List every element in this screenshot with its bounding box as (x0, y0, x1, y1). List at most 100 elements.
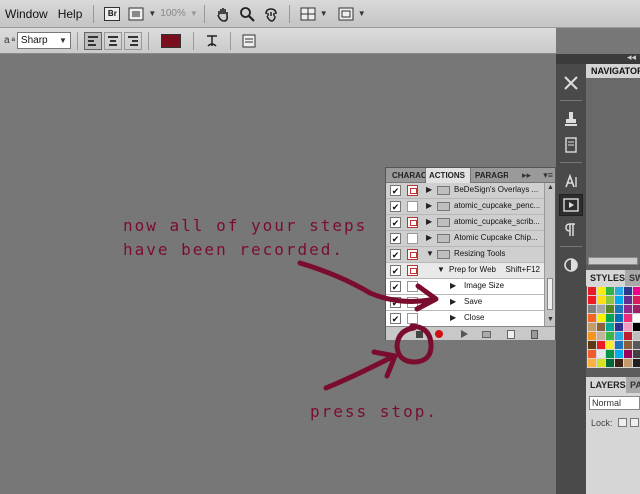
color-swatch[interactable] (615, 341, 623, 349)
dock-collapse-bar[interactable]: ◂◂ (556, 52, 640, 64)
tab-actions[interactable]: ACTIONS (425, 168, 471, 183)
color-swatch[interactable] (588, 287, 596, 295)
character-panel-icon-button[interactable] (559, 170, 583, 192)
collapse-triangle-icon[interactable]: ▼ (426, 249, 434, 258)
toggle-checkbox[interactable]: ✔ (390, 185, 401, 196)
align-left-button[interactable] (83, 31, 102, 50)
toggle-checkbox[interactable]: ✔ (390, 201, 401, 212)
zoom-tool-button[interactable] (237, 4, 257, 24)
tab-layers[interactable]: LAYERS (586, 377, 630, 393)
tab-swatches[interactable]: SW (625, 270, 640, 286)
navigator-preview[interactable] (586, 78, 640, 264)
collapse-triangle-icon[interactable]: ▼ (437, 265, 445, 274)
toggle-checkbox[interactable]: ✔ (390, 217, 401, 228)
warp-text-button[interactable] (202, 31, 222, 51)
dialog-toggle-icon[interactable] (407, 233, 418, 244)
dialog-toggle-icon[interactable] (407, 217, 418, 228)
tab-styles[interactable]: STYLES (586, 270, 630, 286)
color-swatch[interactable] (606, 332, 614, 340)
color-swatch[interactable] (624, 287, 632, 295)
scrollbar-thumb[interactable] (547, 278, 553, 310)
color-swatch[interactable] (588, 314, 596, 322)
color-swatch[interactable] (615, 332, 623, 340)
new-action-button[interactable] (506, 329, 516, 339)
paragraph-panel-icon-button[interactable] (559, 219, 583, 241)
expand-triangle-icon[interactable]: ▶ (426, 217, 432, 226)
color-swatch[interactable] (615, 296, 623, 304)
color-swatch[interactable] (606, 341, 614, 349)
menu-window[interactable]: Window (0, 7, 53, 21)
color-swatch[interactable] (597, 314, 605, 322)
expand-triangle-icon[interactable]: ▶ (426, 233, 432, 242)
actions-panel-icon-button[interactable] (559, 194, 583, 216)
color-swatch[interactable] (606, 287, 614, 295)
toggle-checkbox[interactable]: ✔ (390, 265, 401, 276)
color-swatch[interactable] (615, 305, 623, 313)
blend-mode-select[interactable]: Normal (589, 396, 640, 410)
color-swatch[interactable] (615, 359, 623, 367)
clone-source-button[interactable] (559, 134, 583, 156)
arrange-chevron-down-icon[interactable]: ▼ (320, 9, 328, 18)
character-panel-button[interactable] (239, 31, 259, 51)
tab-paths[interactable]: PA (626, 377, 640, 393)
color-swatch[interactable] (606, 350, 614, 358)
dialog-toggle-icon[interactable] (407, 185, 418, 196)
adjustments-icon-button[interactable] (559, 254, 583, 276)
navigator-header[interactable]: NAVIGATOR (586, 64, 640, 78)
dialog-toggle-icon[interactable] (407, 297, 418, 308)
dialog-toggle-icon[interactable] (407, 265, 418, 276)
tab-paragraph[interactable]: PARAGR (472, 168, 508, 183)
color-swatch[interactable] (624, 323, 632, 331)
color-swatch[interactable] (633, 332, 640, 340)
color-swatch[interactable] (588, 296, 596, 304)
command-row[interactable]: ✔ ▶ Image Size (386, 279, 544, 295)
rotate-view-button[interactable] (261, 4, 281, 24)
expand-triangle-icon[interactable]: ▶ (426, 185, 432, 194)
color-swatch[interactable] (624, 350, 632, 358)
dialog-toggle-icon[interactable] (407, 201, 418, 212)
color-swatch[interactable] (588, 359, 596, 367)
color-swatch[interactable] (588, 305, 596, 313)
color-swatch[interactable] (624, 341, 632, 349)
dialog-toggle-icon[interactable] (407, 281, 418, 292)
color-swatch[interactable] (606, 305, 614, 313)
color-swatch[interactable] (624, 305, 632, 313)
record-button[interactable] (434, 329, 444, 339)
menu-help[interactable]: Help (53, 7, 88, 21)
navigator-zoom-slider[interactable] (588, 257, 638, 265)
dialog-toggle-icon[interactable] (407, 249, 418, 260)
hand-tool-button[interactable] (213, 4, 233, 24)
tab-character[interactable]: CHARAC (389, 168, 425, 183)
minibridge-button[interactable] (126, 4, 146, 24)
delete-button[interactable] (529, 329, 539, 339)
color-swatch[interactable] (624, 332, 632, 340)
screen-mode-button[interactable] (336, 4, 356, 24)
action-set-row[interactable]: ✔ ▶ atomic_cupcake_penc... (386, 199, 544, 215)
anti-alias-select[interactable]: Sharp ▼ (16, 32, 71, 49)
tools-preset-button[interactable] (559, 72, 583, 94)
toggle-checkbox[interactable]: ✔ (390, 297, 401, 308)
color-swatch[interactable] (615, 314, 623, 322)
color-swatch[interactable] (597, 341, 605, 349)
color-swatch[interactable] (633, 314, 640, 322)
align-right-button[interactable] (123, 31, 142, 50)
color-swatch[interactable] (597, 323, 605, 331)
color-swatch[interactable] (588, 323, 596, 331)
action-row[interactable]: ✔ ▼ Prep for Web Shift+F12 (386, 263, 544, 279)
panel-menu-icon[interactable]: ▾≡ (543, 168, 553, 183)
expand-triangle-icon[interactable]: ▶ (450, 297, 456, 306)
arrange-documents-button[interactable] (298, 4, 318, 24)
color-swatch[interactable] (615, 350, 623, 358)
color-swatch[interactable] (633, 296, 640, 304)
color-swatch[interactable] (624, 359, 632, 367)
color-swatch[interactable] (588, 332, 596, 340)
color-swatch[interactable] (633, 305, 640, 313)
color-swatch[interactable] (606, 296, 614, 304)
color-swatch[interactable] (597, 359, 605, 367)
color-swatch[interactable] (606, 314, 614, 322)
expand-triangle-icon[interactable]: ▶ (450, 281, 456, 290)
color-swatch[interactable] (633, 287, 640, 295)
toggle-checkbox[interactable]: ✔ (390, 281, 401, 292)
color-swatch[interactable] (633, 323, 640, 331)
align-center-button[interactable] (103, 31, 122, 50)
